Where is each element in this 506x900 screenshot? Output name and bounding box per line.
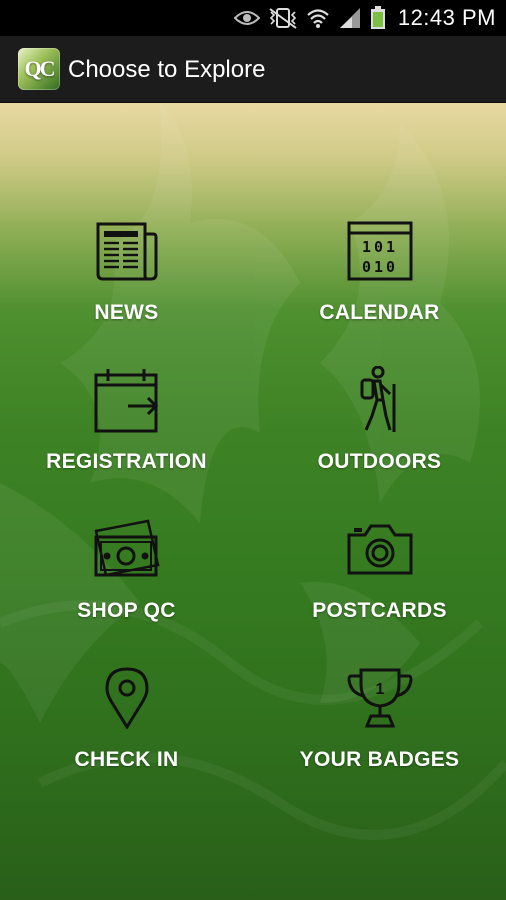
money-icon bbox=[91, 513, 163, 585]
menu-item-calendar[interactable]: 101 010 CALENDAR bbox=[253, 215, 506, 355]
status-icons bbox=[234, 4, 386, 32]
menu-item-outdoors[interactable]: OUTDOORS bbox=[253, 364, 506, 504]
signal-icon bbox=[340, 8, 360, 28]
menu-item-label: NEWS bbox=[94, 301, 159, 324]
calendar-arrow-icon bbox=[91, 364, 163, 436]
vibrate-mute-icon bbox=[269, 8, 297, 29]
menu-item-label: YOUR BADGES bbox=[299, 748, 460, 771]
status-time: 12:43 PM bbox=[397, 5, 496, 30]
menu-item-label: POSTCARDS bbox=[312, 599, 447, 622]
hiker-icon bbox=[344, 364, 416, 436]
battery-icon bbox=[371, 6, 385, 29]
camera-icon bbox=[344, 513, 416, 585]
main-menu: NEWS 101 010 CALENDAR REGISTRATION OUTDO… bbox=[0, 103, 506, 900]
status-bar: 12:43 PM bbox=[0, 0, 506, 36]
svg-text:010: 010 bbox=[361, 258, 397, 276]
menu-item-shop-qc[interactable]: SHOP QC bbox=[0, 513, 253, 653]
app-logo[interactable]: QC bbox=[18, 48, 60, 90]
menu-item-postcards[interactable]: POSTCARDS bbox=[253, 513, 506, 653]
menu-item-label: CALENDAR bbox=[319, 301, 440, 324]
map-pin-icon bbox=[91, 662, 163, 734]
svg-text:101: 101 bbox=[361, 238, 397, 256]
trophy-icon: 1 bbox=[344, 662, 416, 734]
menu-item-label: REGISTRATION bbox=[46, 450, 207, 473]
svg-text:1: 1 bbox=[375, 681, 384, 698]
action-bar: QC Choose to Explore bbox=[0, 36, 506, 103]
eye-icon bbox=[234, 11, 260, 25]
menu-item-label: CHECK IN bbox=[74, 748, 179, 771]
binary-calendar-icon: 101 010 bbox=[344, 215, 416, 287]
menu-item-your-badges[interactable]: 1 YOUR BADGES bbox=[253, 662, 506, 802]
page-title: Choose to Explore bbox=[68, 56, 266, 83]
logo-text: QC bbox=[24, 56, 56, 81]
menu-item-registration[interactable]: REGISTRATION bbox=[0, 364, 253, 504]
menu-item-news[interactable]: NEWS bbox=[0, 215, 253, 355]
menu-item-label: OUTDOORS bbox=[317, 450, 442, 473]
newspaper-icon bbox=[91, 215, 163, 287]
wifi-icon bbox=[307, 9, 329, 28]
menu-item-label: SHOP QC bbox=[77, 599, 176, 622]
menu-item-check-in[interactable]: CHECK IN bbox=[0, 662, 253, 802]
